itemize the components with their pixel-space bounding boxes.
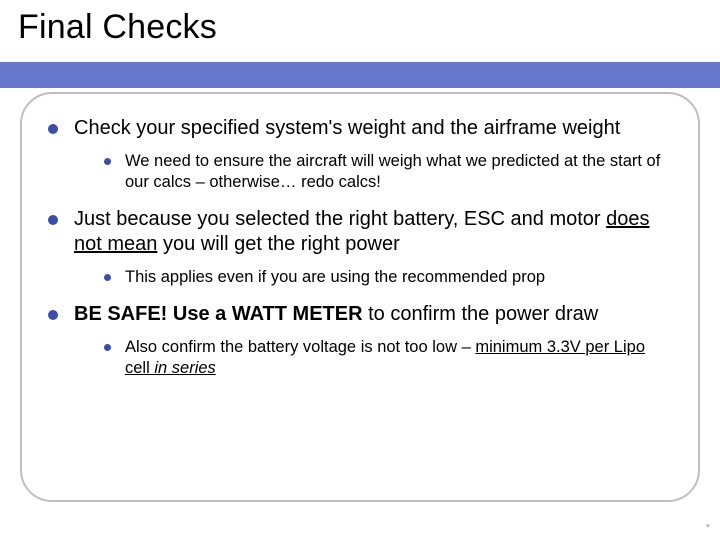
bullet-3: BE SAFE! Use a WATT METER to confirm the… [48,302,672,379]
bullet-icon [104,158,111,165]
bullet-1-sub-1: We need to ensure the aircraft will weig… [104,151,672,193]
bullet-3-text: BE SAFE! Use a WATT METER to confirm the… [74,302,598,327]
bullet-3-sub-1: Also confirm the battery voltage is not … [104,337,672,379]
slide: Final Checks Check your specified system… [0,0,720,540]
bullet-3-post: to confirm the power draw [363,303,599,325]
bullet-3-sub-pre: Also confirm the battery voltage is not … [125,338,475,356]
bullet-icon [48,310,58,320]
content-box: Check your specified system's weight and… [20,92,700,502]
bullet-2: Just because you selected the right batt… [48,207,672,288]
bullet-icon [104,274,111,281]
bullet-3-sub-1-text: Also confirm the battery voltage is not … [125,337,672,379]
bullet-2-sub-1: This applies even if you are using the r… [104,267,672,288]
bullet-1: Check your specified system's weight and… [48,116,672,193]
bullet-1-sub-1-text: We need to ensure the aircraft will weig… [125,151,672,193]
footer-marker: * [706,522,710,534]
bullet-icon [104,344,111,351]
title-accent-bar [0,62,720,88]
bullet-2-pre: Just because you selected the right batt… [74,208,606,230]
bullet-3-sub-u2: in series [154,359,215,377]
title-area: Final Checks [0,0,720,47]
bullet-2-text: Just because you selected the right batt… [74,207,672,257]
bullet-1-text: Check your specified system's weight and… [74,116,620,141]
bullet-2-sub-1-text: This applies even if you are using the r… [125,267,545,288]
bullet-icon [48,215,58,225]
bullet-2-post: you will get the right power [157,233,399,255]
bullet-3-strong: BE SAFE! Use a WATT METER [74,303,363,325]
bullet-icon [48,124,58,134]
slide-title: Final Checks [18,8,720,47]
